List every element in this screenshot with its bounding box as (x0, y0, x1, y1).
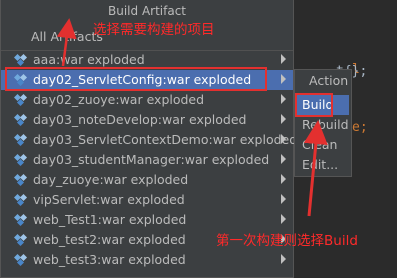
arrow-to-build (303, 120, 328, 217)
arrow-to-project (56, 18, 77, 67)
annotation-arrows (56, 18, 328, 217)
